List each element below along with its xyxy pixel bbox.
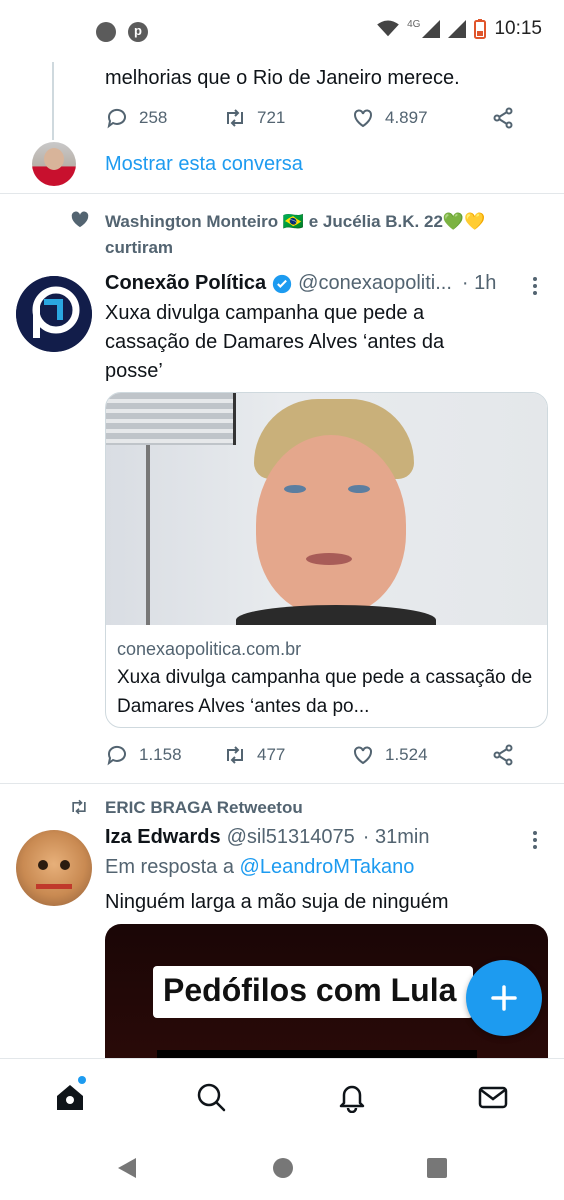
social-context[interactable]: ERIC BRAGA Retweetou (105, 798, 303, 818)
social-context-suffix: curtiram (105, 238, 174, 257)
nav-messages[interactable] (477, 1081, 509, 1113)
tweet1-header: Conexão Política @conexaopoliti... · 1h (105, 272, 525, 295)
retweet-icon (227, 746, 243, 764)
reply-button[interactable]: 1.158 (105, 743, 183, 767)
nav-notifications[interactable] (336, 1081, 368, 1114)
reply-context: Em resposta a @LeandroMTakano (105, 856, 414, 879)
status-bar: 4G 10:15 (0, 0, 564, 62)
author-avatar[interactable] (16, 830, 92, 906)
thread-line (52, 62, 54, 140)
tweet2-header: Iza Edwards @sil51314075 · 31min (105, 826, 430, 849)
reply-icon (107, 108, 126, 129)
network-type: 4G (407, 18, 421, 30)
reply-prefix: Em resposta a (105, 856, 240, 878)
share-icon (493, 744, 513, 766)
retweet-icon (227, 109, 243, 127)
like-count: 4.897 (385, 108, 428, 127)
liked-context-icon (71, 211, 89, 228)
reply-icon (107, 745, 126, 766)
nav-home[interactable] (54, 1076, 86, 1113)
notifications-icon (339, 1085, 365, 1114)
verified-badge-icon (272, 274, 292, 293)
recents-icon[interactable] (426, 1157, 448, 1179)
author-avatar[interactable] (16, 276, 92, 352)
retweet-button[interactable]: 477 (223, 743, 311, 767)
more-options-icon[interactable] (530, 830, 540, 850)
thread-author-avatar[interactable] (32, 142, 76, 186)
social-context[interactable]: Washington Monteiro 🇧🇷 e Jucélia B.K. 22… (105, 212, 485, 232)
tweet-time: · 31min (362, 826, 430, 848)
compose-icon (491, 985, 517, 1011)
retweeted-context-icon (72, 799, 86, 815)
back-icon[interactable] (116, 1156, 138, 1180)
home-circle-icon[interactable] (272, 1157, 294, 1179)
author-name[interactable]: Iza Edwards (105, 826, 221, 849)
wifi-icon (377, 20, 399, 37)
conexao-logo-icon (16, 276, 92, 352)
tweet-text: Xuxa divulga campanha que pede a cassaçã… (105, 302, 445, 382)
signal-icon (422, 20, 441, 38)
share-button[interactable] (491, 743, 515, 767)
link-card-domain: conexaopolitica.com.br (117, 639, 302, 659)
battery-icon (474, 19, 487, 39)
thread-tweet-text: melhorias que o Rio de Janeiro merece. (105, 67, 460, 89)
like-icon (354, 109, 372, 128)
media-caption: Pedófilos com Lula (153, 966, 473, 1018)
retweet-count: 721 (257, 108, 286, 127)
link-card-image (106, 393, 547, 625)
share-icon (493, 107, 513, 129)
home-icon (57, 1085, 83, 1110)
reply-to-link[interactable]: @LeandroMTakano (240, 856, 415, 878)
nav-search[interactable] (195, 1081, 227, 1113)
author-name[interactable]: Conexão Política (105, 272, 266, 295)
like-icon (354, 746, 372, 765)
messages-icon (478, 1086, 508, 1109)
tweet-text: Ninguém larga a mão suja de ninguém (105, 891, 449, 913)
show-thread-link[interactable]: Mostrar esta conversa (105, 153, 303, 176)
retweet-count: 477 (257, 745, 286, 764)
thread-tweet-actions: 258 721 4.897 (105, 106, 555, 130)
share-button[interactable] (491, 106, 515, 130)
link-card-title: Xuxa divulga campanha que pede a cassaçã… (117, 667, 533, 717)
notification-dot-icon (96, 22, 116, 42)
clock: 10:15 (494, 18, 542, 39)
reply-count: 1.158 (139, 745, 182, 764)
signal-icon-2 (448, 20, 467, 38)
author-handle[interactable]: @conexaopoliti... (298, 272, 452, 295)
like-button[interactable]: 1.524 (351, 743, 451, 767)
like-count: 1.524 (385, 745, 428, 764)
more-options-icon[interactable] (530, 276, 540, 296)
compose-button[interactable] (466, 960, 542, 1036)
reply-button[interactable]: 258 (105, 106, 183, 130)
tweet-time: · 1h (461, 272, 497, 294)
divider (0, 783, 564, 784)
retweet-button[interactable]: 721 (223, 106, 311, 130)
bottom-navigation (0, 1058, 564, 1138)
link-card[interactable]: conexaopolitica.com.br Xuxa divulga camp… (105, 392, 548, 728)
tweet1-actions: 1.158 477 1.524 (105, 743, 555, 767)
app-notification-icon (128, 22, 148, 42)
search-icon (197, 1083, 226, 1112)
author-handle[interactable]: @sil51314075 (227, 826, 355, 849)
divider (0, 193, 564, 194)
system-navigation-bar (0, 1138, 564, 1200)
reply-count: 258 (139, 108, 168, 127)
like-button[interactable]: 4.897 (351, 106, 451, 130)
new-content-dot (78, 1076, 86, 1084)
